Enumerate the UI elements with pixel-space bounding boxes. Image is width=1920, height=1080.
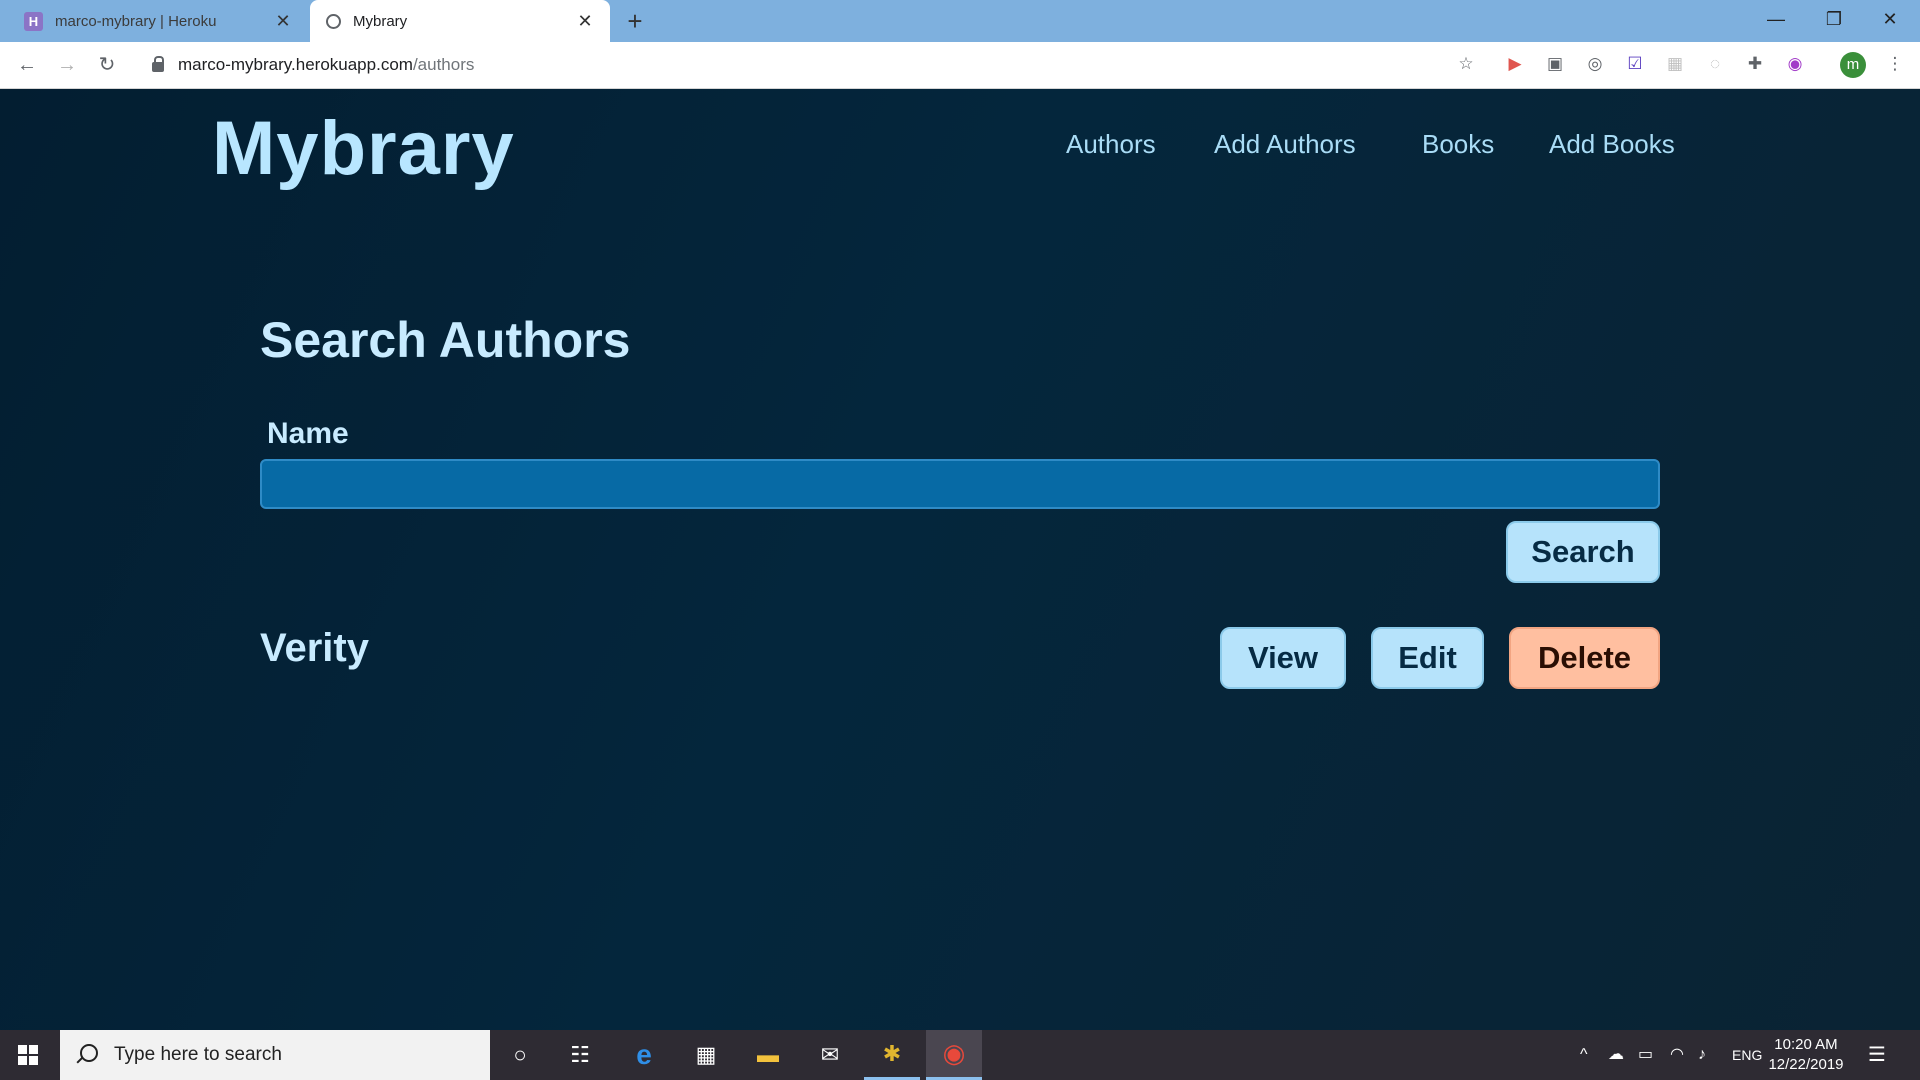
tab-heroku[interactable]: H marco-mybrary | Heroku ✕ [0,0,308,42]
edit-button[interactable]: Edit [1371,627,1484,689]
lock-icon [152,56,164,72]
taskbar-search-placeholder: Type here to search [114,1044,282,1065]
url-path: /authors [412,55,475,74]
screenshot-extension-icon[interactable]: ▣ [1544,53,1566,75]
slack-icon[interactable]: ✱ [864,1030,920,1080]
broadcast-extension-icon[interactable]: ◉ [1784,53,1806,75]
volume-icon[interactable]: ♪ [1698,1030,1706,1080]
file-explorer-icon[interactable]: ▬ [740,1030,796,1080]
heroku-icon: H [24,11,43,31]
search-icon [80,1044,98,1062]
store-icon[interactable]: ▦ [678,1030,734,1080]
cast-extension-icon[interactable]: ▶ [1504,53,1526,75]
taskbar-search-box[interactable]: Type here to search [60,1030,490,1080]
star-icon[interactable]: ☆ [1455,53,1477,75]
menu-icon[interactable]: ⋮ [1884,53,1906,75]
nav-add-authors[interactable]: Add Authors [1214,129,1356,160]
clock-time: 10:20 AM [1774,1036,1838,1053]
close-tab-icon[interactable]: ✕ [272,11,294,32]
task-view-icon[interactable]: ☷ [552,1030,608,1080]
tray-expand-icon[interactable]: ^ [1580,1030,1588,1080]
tab-mybrary[interactable]: Mybrary ✕ [310,0,610,42]
profile-avatar[interactable]: m [1840,52,1866,78]
code-extension-icon[interactable]: ◎ [1584,53,1606,75]
wifi-icon[interactable]: ◠ [1670,1030,1684,1080]
notification-icon[interactable]: ☰ [1868,1030,1886,1080]
eye-extension-icon[interactable]: ◌ [1704,53,1726,75]
onedrive-icon[interactable]: ☁ [1608,1030,1624,1080]
tab-title: Mybrary [353,12,408,30]
windows-start-icon[interactable] [18,1045,38,1065]
forward-arrow-icon[interactable]: → [52,50,82,80]
name-input[interactable] [260,459,1660,509]
taskbar-clock[interactable]: 10:20 AM 12/22/2019 [1766,1035,1846,1075]
name-label: Name [267,417,349,450]
puzzle-extension-icon[interactable]: ✚ [1744,53,1766,75]
mail-icon[interactable]: ✉ [802,1030,858,1080]
address-bar[interactable]: marco-mybrary.herokuapp.com /authors [140,50,1460,80]
nav-authors[interactable]: Authors [1066,129,1156,160]
browser-tab-strip: H marco-mybrary | Heroku ✕ Mybrary ✕ + —… [0,0,1920,42]
search-button[interactable]: Search [1506,521,1660,583]
language-indicator[interactable]: ENG [1732,1030,1762,1080]
chrome-icon[interactable]: ◉ [926,1030,982,1080]
windows-taskbar: Type here to search ○ ☷ e ▦ ▬ ✉ ✱ ◉ ^ ☁ … [0,1030,1920,1080]
globe-icon [326,13,341,29]
clock-date: 12/22/2019 [1768,1056,1844,1073]
battery-icon[interactable]: ▭ [1638,1030,1653,1080]
grid-extension-icon[interactable]: ▦ [1664,53,1686,75]
edge-icon[interactable]: e [616,1030,672,1080]
delete-button[interactable]: Delete [1509,627,1660,689]
cortana-icon[interactable]: ○ [492,1030,548,1080]
close-window-button[interactable]: ✕ [1862,0,1918,40]
nav-add-books[interactable]: Add Books [1549,129,1675,160]
minimize-button[interactable]: — [1748,0,1804,40]
url-host: marco-mybrary.herokuapp.com [178,55,413,74]
back-arrow-icon[interactable]: ← [12,50,42,80]
checkbox-extension-icon[interactable]: ☑ [1624,53,1646,75]
site-logo[interactable]: Mybrary [212,105,515,192]
plus-icon[interactable]: + [618,6,652,36]
author-name: Verity [260,626,369,670]
reload-icon[interactable]: ↻ [92,50,122,80]
nav-books[interactable]: Books [1422,129,1494,160]
page-title: Search Authors [260,312,631,368]
tab-title: marco-mybrary | Heroku [55,12,217,30]
view-button[interactable]: View [1220,627,1346,689]
close-tab-icon[interactable]: ✕ [574,11,596,32]
page-content: Mybrary Authors Add Authors Books Add Bo… [0,89,1920,1030]
restore-button[interactable]: ❐ [1806,0,1862,40]
